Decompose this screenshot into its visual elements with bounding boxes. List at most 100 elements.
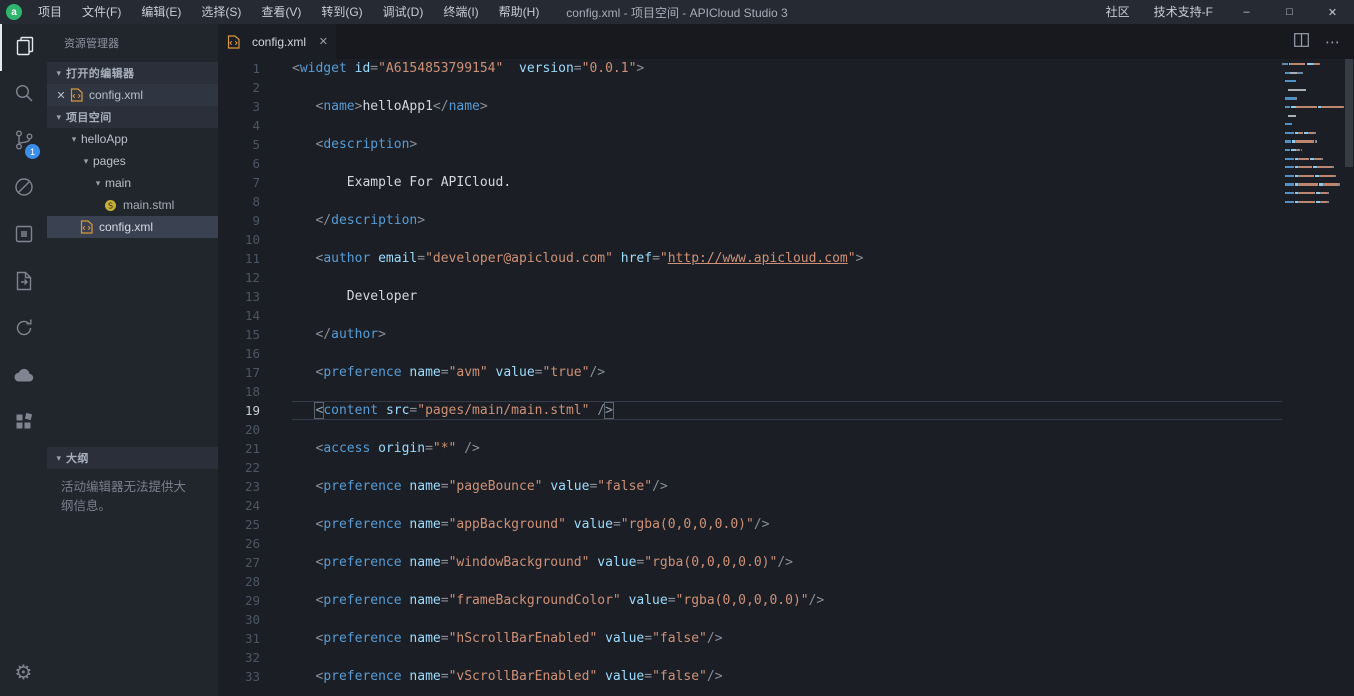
menu-项目[interactable]: 项目 <box>28 0 72 24</box>
code-line-18[interactable]: 18 <box>218 382 1282 401</box>
tab-config-xml[interactable]: config.xml ✕ <box>218 24 336 59</box>
menu-帮助(H)[interactable]: 帮助(H) <box>489 0 550 24</box>
code-line-22[interactable]: 22 <box>218 458 1282 477</box>
activity-source-control-icon[interactable]: 1 <box>0 118 47 165</box>
code-line-11[interactable]: 11 <author email="developer@apicloud.com… <box>218 249 1282 268</box>
code-line-26[interactable]: 26 <box>218 534 1282 553</box>
editor-scrollbar[interactable] <box>1344 59 1354 696</box>
tree-item-main[interactable]: ▾ main <box>47 172 218 194</box>
code-line-21[interactable]: 21 <access origin="*" /> <box>218 439 1282 458</box>
chevron-down-icon: ▾ <box>56 452 62 463</box>
more-actions-icon[interactable]: ⋯ <box>1325 33 1340 51</box>
code-line-1[interactable]: 1 <widget id="A6154853799154" version="0.… <box>218 59 1282 78</box>
close-editor-icon[interactable]: ✕ <box>53 89 69 102</box>
line-number: 30 <box>244 612 260 627</box>
code-line-30[interactable]: 30 <box>218 610 1282 629</box>
line-content: <access origin="*" /> <box>315 441 480 456</box>
code-line-5[interactable]: 5 <description> <box>218 135 1282 154</box>
sync-icon <box>12 316 36 343</box>
line-content: Developer <box>292 289 418 304</box>
tab-close-icon[interactable]: ✕ <box>319 35 328 48</box>
close-button[interactable]: ✕ <box>1311 0 1354 24</box>
code-line-4[interactable]: 4 <box>218 116 1282 135</box>
menu-终端(I)[interactable]: 终端(I) <box>433 0 488 24</box>
code-line-9[interactable]: 9 </description> <box>218 211 1282 230</box>
activity-sync-icon[interactable] <box>0 306 47 353</box>
line-number: 24 <box>244 498 260 513</box>
code-line-6[interactable]: 6 <box>218 154 1282 173</box>
activity-bottom-items: ⚙ <box>0 649 47 696</box>
menu-转到(G)[interactable]: 转到(G) <box>311 0 372 24</box>
activity-plugins-icon[interactable] <box>0 400 47 447</box>
menu-文件(F)[interactable]: 文件(F) <box>72 0 131 24</box>
code-line-19[interactable]: 19 <content src="pages/main/main.stml" /… <box>218 401 1282 420</box>
xml-file-icon <box>226 34 241 49</box>
code-line-15[interactable]: 15 </author> <box>218 325 1282 344</box>
line-number: 31 <box>244 631 260 646</box>
activity-settings-gear-icon[interactable]: ⚙ <box>0 649 47 696</box>
line-number: 32 <box>244 650 260 665</box>
activity-cloud-icon[interactable] <box>0 353 47 400</box>
code-line-20[interactable]: 20 <box>218 420 1282 439</box>
tree-item-config.xml[interactable]: config.xml <box>47 216 218 238</box>
code-line-7[interactable]: 7 Example For APICloud. <box>218 173 1282 192</box>
split-editor-icon[interactable] <box>1294 33 1309 50</box>
section-project[interactable]: ▾ 项目空间 <box>47 106 218 128</box>
line-number: 27 <box>244 555 260 570</box>
activity-bar: 1 ⚙ <box>0 24 47 696</box>
code-editor[interactable]: 1 <widget id="A6154853799154" version="0.… <box>218 59 1354 696</box>
code-line-17[interactable]: 17 <preference name="avm" value="true"/> <box>218 363 1282 382</box>
scrollbar-thumb[interactable] <box>1345 59 1353 167</box>
maximize-button[interactable]: □ <box>1268 0 1311 24</box>
code-line-29[interactable]: 29 <preference name="frameBackgroundColo… <box>218 591 1282 610</box>
minimap[interactable] <box>1282 59 1344 696</box>
activity-app-window-icon[interactable] <box>0 212 47 259</box>
line-number: 14 <box>244 308 260 323</box>
tab-bar: config.xml ✕ ⋯ <box>218 24 1354 59</box>
code-line-27[interactable]: 27 <preference name="windowBackground" v… <box>218 553 1282 572</box>
code-line-8[interactable]: 8 <box>218 192 1282 211</box>
code-line-2[interactable]: 2 <box>218 78 1282 97</box>
line-content: <preference name="hScrollBarEnabled" val… <box>315 631 723 646</box>
code-line-12[interactable]: 12 <box>218 268 1282 287</box>
menu-选择(S)[interactable]: 选择(S) <box>191 0 251 24</box>
code-line-28[interactable]: 28 <box>218 572 1282 591</box>
code-lines[interactable]: 1 <widget id="A6154853799154" version="0.… <box>218 59 1282 696</box>
activity-search-icon[interactable] <box>0 71 47 118</box>
line-number: 25 <box>244 517 260 532</box>
section-label: 项目空间 <box>66 112 112 124</box>
code-line-32[interactable]: 32 <box>218 648 1282 667</box>
outline-message: 活动编辑器无法提供大纲信息。 <box>61 480 187 513</box>
support-link[interactable]: 技术支持-F <box>1142 0 1225 24</box>
menu-查看(V)[interactable]: 查看(V) <box>251 0 311 24</box>
code-line-14[interactable]: 14 <box>218 306 1282 325</box>
line-number: 11 <box>244 251 260 266</box>
tree-item-helloApp[interactable]: ▾ helloApp <box>47 128 218 150</box>
minimize-button[interactable]: – <box>1225 0 1268 24</box>
code-line-3[interactable]: 3 <name>helloApp1</name> <box>218 97 1282 116</box>
activity-blocked-circle-icon[interactable] <box>0 165 47 212</box>
code-line-25[interactable]: 25 <preference name="appBackground" valu… <box>218 515 1282 534</box>
menu-编辑(E)[interactable]: 编辑(E) <box>131 0 191 24</box>
code-line-33[interactable]: 33 <preference name="vScrollBarEnabled" … <box>218 667 1282 686</box>
menu-调试(D)[interactable]: 调试(D) <box>373 0 434 24</box>
tree-item-main.stml[interactable]: Smain.stml <box>47 194 218 216</box>
code-line-24[interactable]: 24 <box>218 496 1282 515</box>
chevron-down-icon: ▾ <box>71 133 77 144</box>
line-content <box>292 344 1282 363</box>
line-number: 1 <box>252 61 260 76</box>
activity-explorer-icon[interactable] <box>0 24 47 71</box>
activity-export-page-icon[interactable] <box>0 259 47 306</box>
section-outline[interactable]: ▾ 大纲 <box>47 447 218 469</box>
open-editor-config.xml[interactable]: ✕ config.xml <box>47 84 218 106</box>
code-line-16[interactable]: 16 <box>218 344 1282 363</box>
section-open-editors[interactable]: ▾ 打开的编辑器 <box>47 62 218 84</box>
code-line-31[interactable]: 31 <preference name="hScrollBarEnabled" … <box>218 629 1282 648</box>
editor-group: config.xml ✕ ⋯ 1 <widget id="A61548537991… <box>218 24 1354 696</box>
community-link[interactable]: 社区 <box>1094 0 1142 24</box>
code-line-23[interactable]: 23 <preference name="pageBounce" value="… <box>218 477 1282 496</box>
code-line-13[interactable]: 13 Developer <box>218 287 1282 306</box>
plugins-icon <box>12 410 36 437</box>
tree-item-pages[interactable]: ▾ pages <box>47 150 218 172</box>
code-line-10[interactable]: 10 <box>218 230 1282 249</box>
